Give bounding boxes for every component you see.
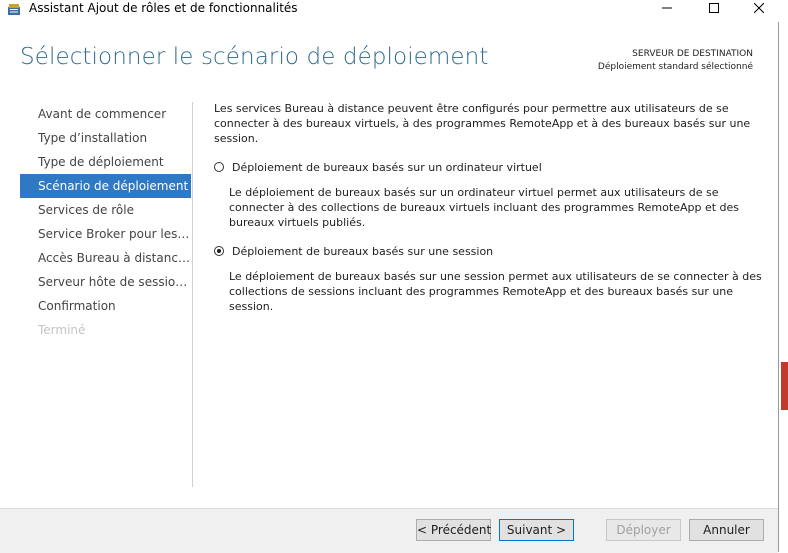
option-label-session[interactable]: Déploiement de bureaux basés sur une ses…: [232, 244, 769, 259]
option-description-session: Le déploiement de bureaux basés sur une …: [229, 270, 762, 313]
radio-virtual-machine[interactable]: [214, 162, 224, 172]
destination-value: Déploiement standard sélectionné: [597, 62, 753, 72]
nav-item-scenario-deploiement[interactable]: Scénario de déploiement: [20, 174, 191, 198]
server-manager-icon: [8, 4, 20, 15]
window-title: Assistant Ajout de rôles et de fonctionn…: [29, 1, 298, 15]
nav-item-acces-bureau[interactable]: Accès Bureau à distance...: [20, 246, 191, 270]
nav-item-termine: Terminé: [38, 323, 86, 337]
previous-button[interactable]: < Précédent: [416, 519, 491, 541]
nav-item-services-de-role[interactable]: Services de rôle: [20, 198, 191, 222]
next-button[interactable]: Suivant >: [499, 519, 574, 541]
background-window-edge: [781, 362, 788, 410]
main-content: Les services Bureau à distance peuvent ê…: [214, 101, 769, 314]
wizard-footer: < Précédent Suivant > Déployer Annuler: [0, 508, 778, 553]
minimize-icon: [662, 7, 672, 9]
maximize-icon: [709, 3, 719, 13]
destination-label: SERVEUR DE DESTINATION: [632, 49, 753, 59]
option-description-virtual-machine: Le déploiement de bureaux basés sur un o…: [229, 186, 740, 229]
nav-item-avant-de-commencer[interactable]: Avant de commencer: [20, 102, 191, 126]
minimize-button[interactable]: [645, 0, 689, 16]
nav-item-serveur-hote-session[interactable]: Serveur hôte de session B...: [20, 270, 191, 294]
option-virtual-machine[interactable]: Déploiement de bureaux basés sur un ordi…: [214, 160, 769, 230]
nav-item-service-broker[interactable]: Service Broker pour les c...: [20, 222, 191, 246]
maximize-button[interactable]: [692, 0, 736, 16]
close-icon: [754, 3, 764, 13]
radio-session[interactable]: [214, 246, 224, 256]
nav-item-type-deploiement[interactable]: Type de déploiement: [20, 150, 191, 174]
deploy-button: Déployer: [606, 519, 681, 541]
wizard-window: Assistant Ajout de rôles et de fonctionn…: [0, 0, 779, 553]
title-bar: Assistant Ajout de rôles et de fonctionn…: [0, 0, 779, 22]
cancel-button[interactable]: Annuler: [689, 519, 764, 541]
intro-text: Les services Bureau à distance peuvent ê…: [214, 102, 751, 145]
option-label-virtual-machine[interactable]: Déploiement de bureaux basés sur un ordi…: [232, 160, 769, 175]
nav-item-type-installation[interactable]: Type d’installation: [20, 126, 191, 150]
nav-divider: [192, 102, 193, 487]
destination-server-info: SERVEUR DE DESTINATION Déploiement stand…: [598, 48, 753, 74]
nav-item-confirmation[interactable]: Confirmation: [20, 294, 191, 318]
close-button[interactable]: [737, 0, 781, 16]
option-session[interactable]: Déploiement de bureaux basés sur une ses…: [214, 244, 769, 314]
page-title: Sélectionner le scénario de déploiement: [20, 44, 489, 70]
wizard-steps-nav: Avant de commencer Type d’installation T…: [20, 102, 191, 342]
